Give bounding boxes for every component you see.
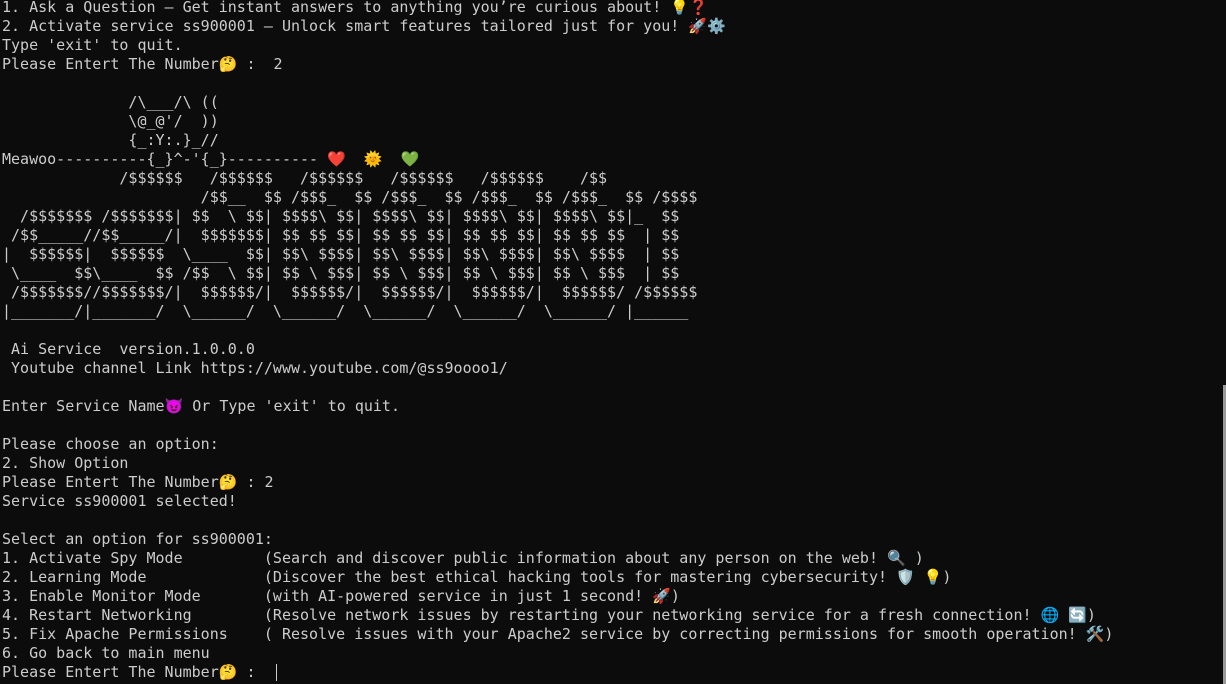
- ascii-art-line: /$$_____//$$_____/| $$$$$$$| $$ $$ $$| $…: [2, 226, 680, 244]
- ascii-art-line: Meawoo----------{_}^-'{_}---------- ❤️ 🌞…: [2, 150, 420, 168]
- menu-line-ask-question: 1. Ask a Question – Get instant answers …: [2, 0, 708, 16]
- option-fix-apache-permissions: 5. Fix Apache Permissions ( Resolve issu…: [2, 625, 1114, 643]
- version-line: Ai Service version.1.0.0.0: [2, 340, 255, 358]
- option-list: 1. Activate Spy Mode (Search and discove…: [2, 549, 1226, 663]
- service-name-prompt: Enter Service Name😈 Or Type 'exit' to qu…: [2, 397, 400, 415]
- service-selected-message: Service ss900001 selected!: [2, 492, 237, 510]
- final-input-prompt[interactable]: Please Entert The Number🤔 :: [2, 663, 1226, 682]
- ascii-art-line: {_:Y:.}_//: [2, 131, 219, 149]
- option-go-back-main-menu: 6. Go back to main menu: [2, 644, 210, 662]
- quit-hint: Type 'exit' to quit.: [2, 36, 183, 54]
- ascii-art-line: /$$$$$$$ /$$$$$$$| $$ \ $$| $$$$\ $$| $$…: [2, 207, 680, 225]
- ascii-art-line: /$$$$$$$//$$$$$$$/| $$$$$$/| $$$$$$/| $$…: [2, 283, 698, 301]
- ascii-art-line: /$$$$$$ /$$$$$$ /$$$$$$ /$$$$$$ /$$$$$$ …: [2, 169, 608, 187]
- ascii-art-line: \@_@'/ )): [2, 112, 219, 130]
- text-cursor[interactable]: [275, 664, 277, 681]
- terminal-window[interactable]: 1. Ask a Question – Get instant answers …: [2, 0, 1226, 684]
- number-prompt-first: Please Entert The Number🤔 : 2: [2, 55, 283, 73]
- choose-option-heading: Please choose an option:: [2, 435, 219, 453]
- menu-line-activate-service: 2. Activate service ss900001 – Unlock sm…: [2, 17, 726, 35]
- number-prompt-second: Please Entert The Number🤔 : 2: [2, 473, 274, 491]
- youtube-link-line: Youtube channel Link https://www.youtube…: [2, 359, 508, 377]
- option-learning-mode: 2. Learning Mode (Discover the best ethi…: [2, 568, 952, 586]
- ascii-art-line: /$$__ $$ /$$$_ $$ /$$$_ $$ /$$$_ $$ /$$$…: [2, 188, 698, 206]
- ascii-art-banner: /\___/\ (( \@_@'/ )) {_:Y:.}_// Meawoo--…: [2, 93, 1226, 321]
- option-enable-monitor-mode: 3. Enable Monitor Mode (with AI-powered …: [2, 587, 680, 605]
- ascii-art-line: /\___/\ ((: [2, 93, 219, 111]
- option-activate-spy-mode: 1. Activate Spy Mode (Search and discove…: [2, 549, 924, 567]
- final-prompt-label: Please Entert The Number🤔 :: [2, 663, 274, 681]
- select-option-heading: Select an option for ss900001:: [2, 530, 273, 548]
- option-restart-networking: 4. Restart Networking (Resolve network i…: [2, 606, 1096, 624]
- ascii-art-line: \____ $$\____ $$ /$$ \ $$| $$ \ $$$| $$ …: [2, 264, 680, 282]
- ascii-art-line: |_______/|_______/ \______/ \______/ \__…: [2, 302, 689, 320]
- ascii-art-line: | $$$$$$| $$$$$$ \____ $$| $$\ $$$$| $$\…: [2, 245, 680, 263]
- show-option-line: 2. Show Option: [2, 454, 129, 472]
